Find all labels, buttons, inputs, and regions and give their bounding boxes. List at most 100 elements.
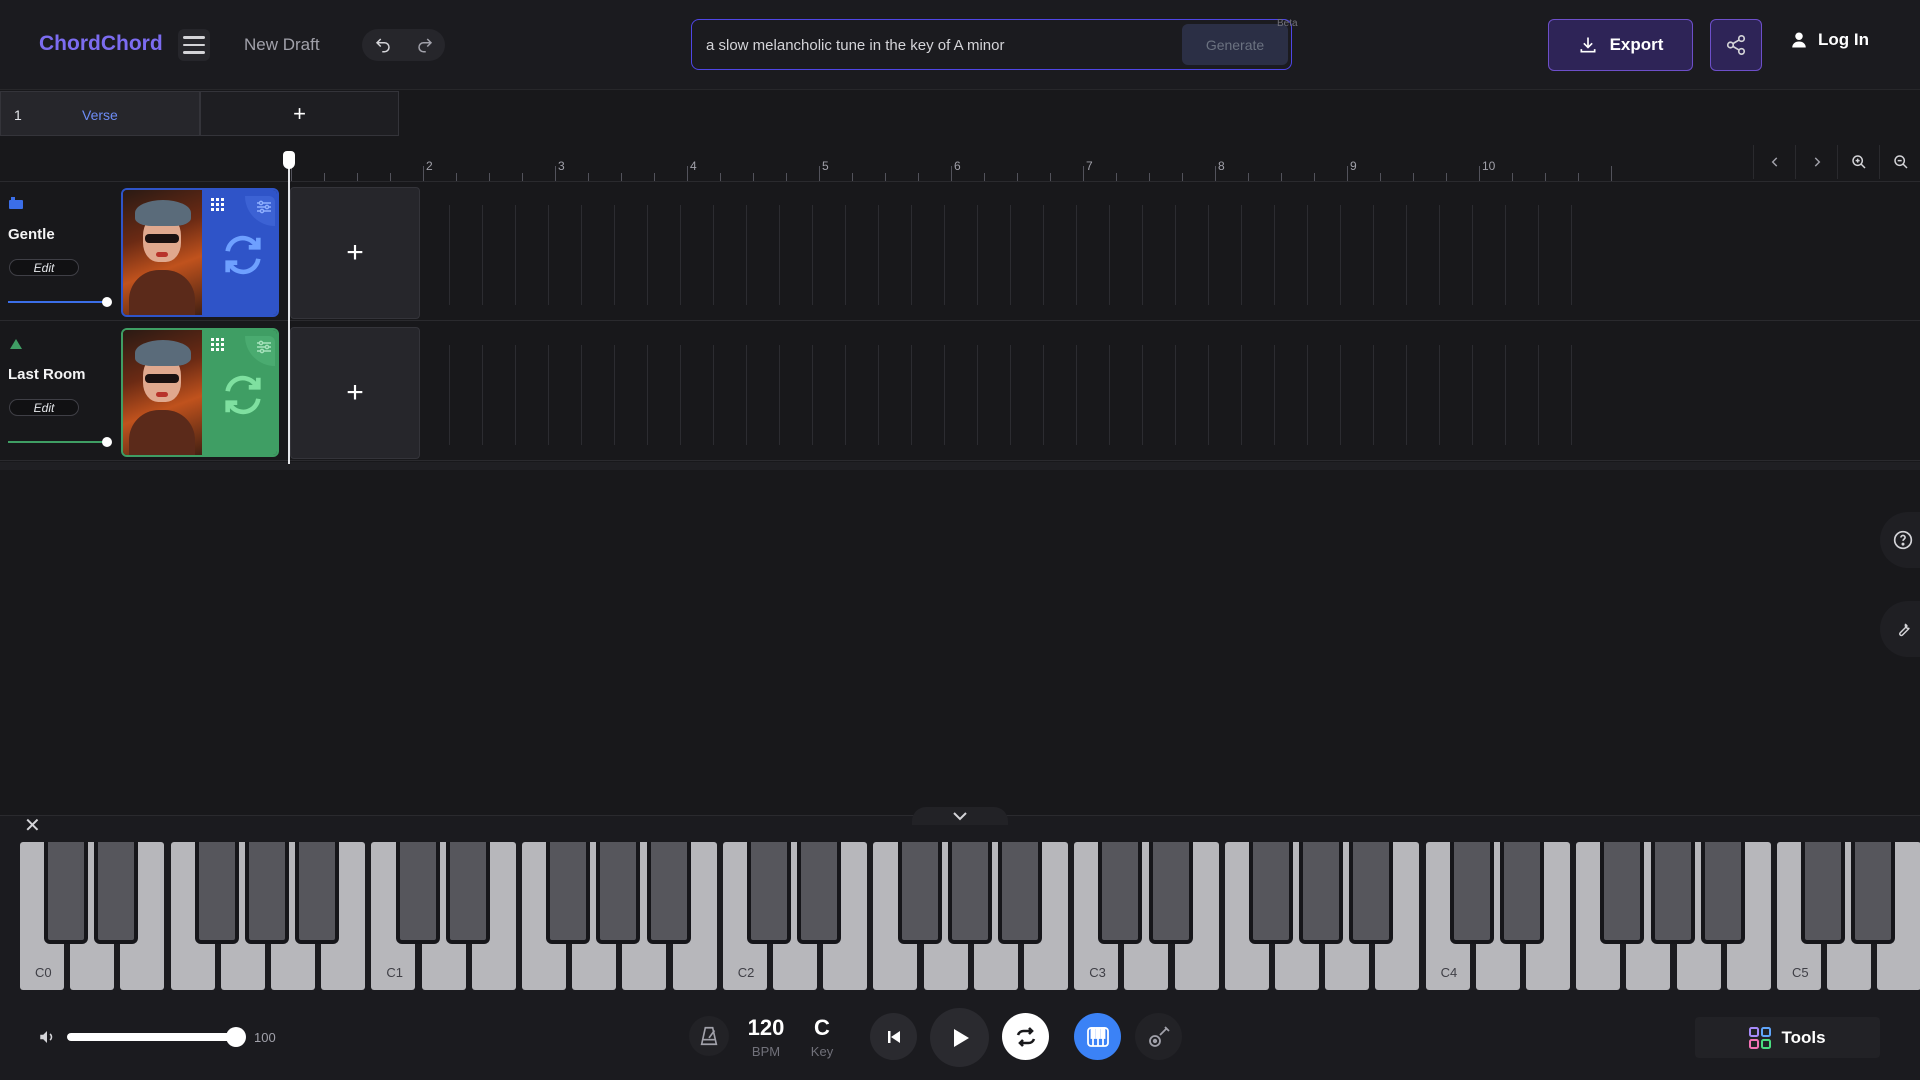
track-instrument-card[interactable] [121,328,279,457]
piano-black-key[interactable] [998,842,1042,944]
loop-button[interactable] [1002,1013,1049,1060]
piano-black-key[interactable] [445,842,490,944]
zoom-out-button[interactable] [1879,145,1920,179]
master-volume-slider[interactable] [67,1033,237,1041]
piano-black-key[interactable] [1249,842,1293,944]
beat-line [1274,345,1275,445]
guitar-view-toggle[interactable] [1135,1013,1182,1060]
skip-back-button[interactable] [870,1013,917,1060]
piano-black-key[interactable] [1449,842,1494,944]
app-logo[interactable]: ChordChord [39,32,163,56]
tools-button[interactable]: Tools [1695,1017,1880,1058]
track-volume-slider[interactable] [8,297,112,307]
piano-black-key[interactable] [1650,842,1695,944]
piano-black-key[interactable] [1700,842,1745,944]
slider-knob[interactable] [102,297,112,307]
piano-black-key[interactable] [1500,842,1544,944]
track-edit-button[interactable]: Edit [9,399,79,416]
piano-black-key[interactable] [245,842,289,944]
draft-name[interactable]: New Draft [244,35,320,55]
piano-black-key[interactable] [947,842,992,944]
slider-knob[interactable] [102,437,112,447]
master-volume-knob[interactable] [226,1027,246,1047]
octave-label: C3 [1089,965,1106,980]
help-icon [1893,530,1913,550]
section-tab-verse[interactable]: 1 Verse [0,91,200,136]
tempo-display[interactable]: 120 BPM [746,1015,786,1059]
piano-black-key[interactable] [596,842,641,944]
master-volume-value: 100 [254,1030,276,1045]
generate-button[interactable]: Generate [1182,24,1288,65]
octave-label: C4 [1440,965,1458,980]
share-button[interactable] [1710,19,1762,71]
piano-black-key[interactable] [1349,842,1394,944]
piano-black-key[interactable] [44,842,89,944]
piano-black-key[interactable] [747,842,791,944]
beat-grid [430,205,1580,305]
playhead-handle[interactable] [283,151,295,169]
play-button[interactable] [930,1008,989,1067]
ruler-tick [951,166,952,182]
piano-instrument-icon [9,197,23,209]
ruler-bar-number: 5 [822,159,829,173]
piano-black-key[interactable] [94,842,139,944]
piano-black-key[interactable] [1098,842,1143,944]
piano-view-toggle[interactable] [1074,1013,1121,1060]
beat-line [1010,345,1011,445]
history-controls [362,29,445,61]
beat-line [548,345,549,445]
piano-black-key[interactable] [1148,842,1193,944]
piano-black-key[interactable] [897,842,942,944]
tools-side-tab[interactable] [1880,601,1920,657]
add-section-button[interactable]: + [200,91,399,136]
piano-black-key[interactable] [295,842,340,944]
instrument-artwork [123,330,202,455]
track-edit-button[interactable]: Edit [9,259,79,276]
piano-black-key[interactable] [194,842,239,944]
tools-grid-icon [1749,1026,1772,1049]
scroll-left-button[interactable] [1753,145,1795,179]
zoom-in-button[interactable] [1837,145,1879,179]
metronome-button[interactable] [689,1016,729,1056]
menu-button[interactable] [178,29,210,61]
piano-black-key[interactable] [1600,842,1645,944]
beat-line [845,205,846,305]
timeline-ruler[interactable]: 2 3 4 5 6 7 8 9 10 [290,148,1690,182]
beat-line [779,345,780,445]
piano-black-key[interactable] [1801,842,1846,944]
ruler-tick [1479,166,1480,182]
undo-button[interactable] [362,29,403,61]
scroll-right-button[interactable] [1795,145,1837,179]
collapse-piano-button[interactable] [912,807,1008,825]
add-chord-button[interactable]: + [290,187,420,319]
piano-black-key[interactable] [1299,842,1344,944]
piano-black-key[interactable] [646,842,691,944]
piano-black-key[interactable] [1851,842,1896,944]
add-chord-button[interactable]: + [290,327,420,459]
beat-line [1571,205,1572,305]
beat-line [1142,205,1143,305]
track-name: Last Room [8,366,86,383]
piano-keyboard[interactable]: C0 C1 C2 C3 C4 C5 [20,842,1920,990]
redo-button[interactable] [404,29,445,61]
regenerate-icon[interactable] [220,372,266,418]
beat-line [1208,205,1209,305]
track-instrument-card[interactable] [121,188,279,317]
track-volume-slider[interactable] [8,437,112,447]
grid-icon[interactable] [211,198,225,212]
volume-icon[interactable] [38,1028,56,1046]
playhead[interactable] [288,152,290,464]
beat-line [1472,205,1473,305]
key-display[interactable]: C Key [802,1015,842,1059]
piano-black-key[interactable] [546,842,591,944]
piano-black-key[interactable] [797,842,842,944]
prompt-input[interactable] [706,32,1166,58]
export-button[interactable]: Export [1548,19,1693,71]
export-label: Export [1609,35,1664,54]
regenerate-icon[interactable] [220,232,266,278]
grid-icon[interactable] [211,338,225,352]
help-tab[interactable] [1880,512,1920,568]
piano-black-key[interactable] [395,842,440,944]
close-piano-button[interactable]: ✕ [24,813,41,838]
login-button[interactable]: Log In [1790,30,1869,50]
